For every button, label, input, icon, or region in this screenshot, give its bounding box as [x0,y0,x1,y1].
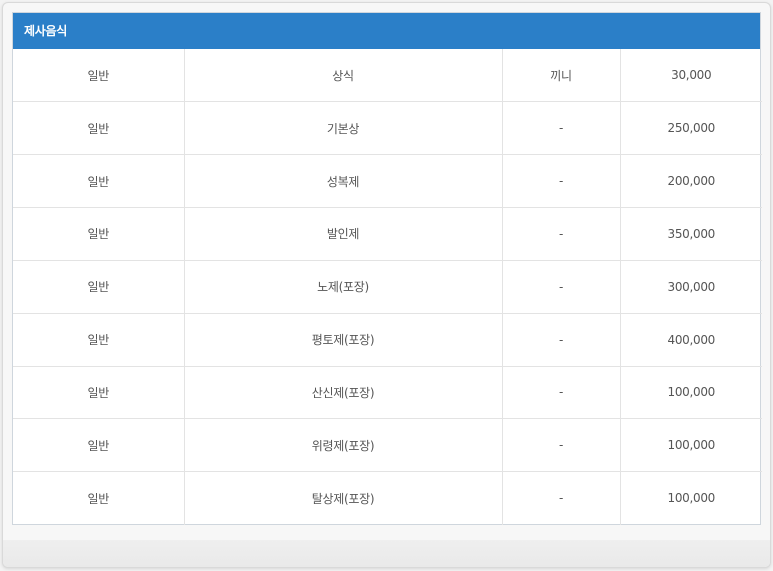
item-name-cell: 발인제 [184,207,503,261]
item-name-cell: 산신제(포장) [184,366,503,420]
price-table: 일반 상식 끼니 30,000 일반 기본상 -250,000 일반 성복제 -200,000 일반… [13,49,762,525]
type-cell: 일반 [13,101,185,156]
type-cell: 일반 [13,418,185,473]
note-cell: - [502,366,621,420]
item-name-cell: 기본상 [184,101,503,156]
table-row: 일반 평토제(포장) -400,000 [13,313,762,367]
price-cell: 400,000 [620,313,762,367]
note-cell: - [502,418,621,473]
note-cell: - [502,207,621,261]
type-cell: 일반 [13,154,185,209]
price-cell: 300,000 [620,260,762,314]
table-row: 일반 위령제(포장) -100,000 [13,418,762,473]
table-row: 일반 노제(포장) -300,000 [13,260,762,314]
type-cell: 일반 [13,49,185,103]
type-cell: 일반 [13,313,185,367]
item-name-cell: 탈상제(포장) [184,471,503,525]
table-row: 일반 발인제 -350,000 [13,207,762,261]
type-cell: 일반 [13,207,185,261]
price-cell: 350,000 [620,207,762,261]
note-cell: - [502,260,621,314]
note-cell: - [502,313,621,367]
type-cell: 일반 [13,260,185,314]
bottom-strip [3,540,770,567]
panel-title: 제사음식 [13,13,760,49]
price-cell: 30,000 [620,49,762,103]
table-row: 일반 기본상 -250,000 [13,101,762,156]
table-row: 일반 산신제(포장) -100,000 [13,366,762,420]
price-cell: 200,000 [620,154,762,209]
price-cell: 100,000 [620,366,762,420]
item-name-cell: 성복제 [184,154,503,209]
item-name-cell: 노제(포장) [184,260,503,314]
type-cell: 일반 [13,471,185,525]
note-cell: - [502,101,621,156]
item-name-cell: 평토제(포장) [184,313,503,367]
price-cell: 100,000 [620,418,762,473]
price-cell: 250,000 [620,101,762,156]
table-row: 일반 성복제 -200,000 [13,154,762,209]
item-name-cell: 상식 [184,49,503,103]
type-cell: 일반 [13,366,185,420]
price-cell: 100,000 [667,491,716,506]
note-cell: 끼니 [502,49,621,103]
note-cell: - [502,154,621,209]
memorial-food-panel: 제사음식 일반 상식 끼니 30,000 일반 기본상 -250,000 일반 성복제 -200,… [12,12,762,525]
note-cell: - [502,471,621,525]
table-row: 일반 탈상제(포장) - 100,000 [13,471,762,525]
item-name-cell: 위령제(포장) [184,418,503,473]
price-table-body: 일반 상식 끼니 30,000 일반 기본상 -250,000 일반 성복제 -200,000 일반… [13,49,762,525]
table-row: 일반 상식 끼니 30,000 [13,49,762,103]
